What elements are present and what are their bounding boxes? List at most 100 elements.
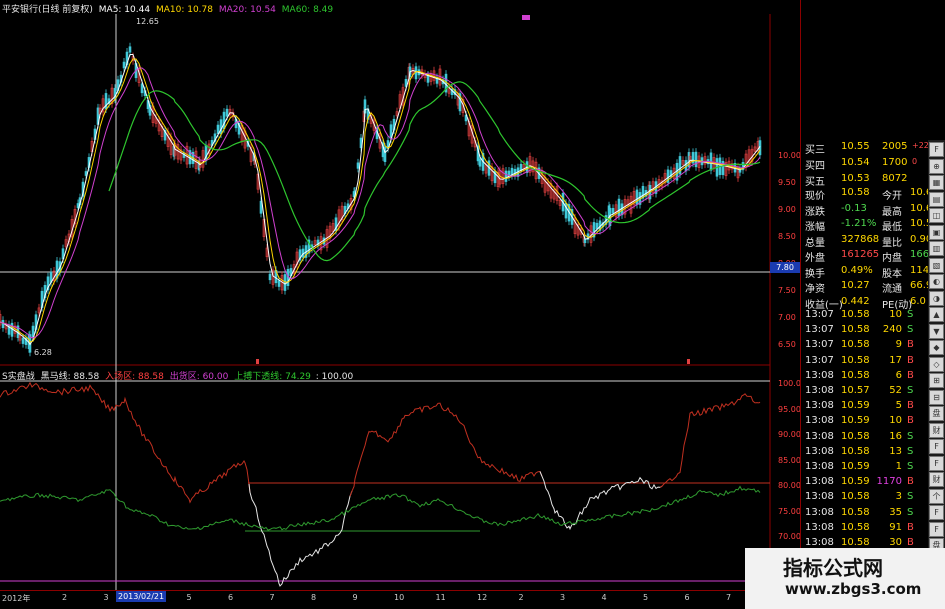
month-tick: 8 — [311, 593, 317, 602]
tick-volume: 30 — [889, 537, 902, 548]
tick-time: 13:07 — [805, 309, 834, 320]
order-book-row: 买四 10.54 1700 0 — [804, 157, 928, 172]
order-volume: 1700 — [882, 157, 908, 168]
candle-body — [356, 162, 360, 169]
current-price-marker: 7.80 — [770, 262, 800, 273]
stat-label: 内盘 — [882, 253, 902, 264]
toolbar-button[interactable]: ▧ — [929, 257, 944, 273]
toolbar-button[interactable]: ⊕ — [929, 158, 944, 174]
tick-row[interactable]: 13:08 10.59 1 S — [804, 461, 928, 475]
tick-price: 10.58 — [841, 537, 870, 548]
tick-volume: 52 — [889, 385, 902, 396]
price-axis-tick: 7.50 — [778, 286, 796, 295]
price-axis-tick: 6.50 — [778, 340, 796, 349]
tick-time: 13:08 — [805, 506, 834, 518]
indicator-exit: 出货区: 60.00 — [169, 372, 229, 382]
toolbar-button[interactable]: F — [929, 505, 944, 520]
kline-chart[interactable] — [0, 0, 800, 609]
stock-title: 平安银行(日线 前复权) — [2, 5, 93, 15]
tick-row[interactable]: 13:07 10.58 10 S — [804, 309, 928, 323]
tick-time: 13:08 — [805, 521, 834, 533]
stat-value: -0.13 — [841, 202, 867, 214]
stat-value: 10.27 — [841, 280, 870, 291]
stats-row: 总量 327868 量比 0.90 — [804, 233, 932, 249]
tick-row[interactable]: 13:08 10.58 13 S — [804, 446, 928, 460]
watermark-url: www.zbgs3.com — [785, 580, 922, 598]
tick-price: 10.59 — [841, 461, 870, 472]
order-book-row: 买三 10.55 2005 +220 — [804, 141, 934, 156]
ma60-line — [108, 81, 761, 262]
toolbar-button[interactable]: ◫ — [929, 208, 944, 223]
tick-row[interactable]: 13:08 10.58 3 S — [804, 491, 928, 505]
toolbar-button[interactable]: ⊟ — [929, 389, 944, 405]
toolbar-button[interactable]: ◆ — [929, 340, 944, 355]
toolbar-button[interactable]: ▥ — [929, 241, 944, 256]
toolbar-button[interactable]: ◐ — [929, 274, 944, 289]
tick-time: 13:08 — [805, 445, 834, 457]
toolbar-button[interactable]: F — [929, 439, 944, 454]
candle-body — [128, 46, 132, 53]
tick-row[interactable]: 13:07 10.58 17 B — [804, 355, 928, 369]
toolbar-button[interactable]: F — [929, 142, 944, 157]
tick-row[interactable]: 13:08 10.58 91 B — [804, 522, 928, 536]
tick-row[interactable]: 13:08 10.59 1170 B — [804, 476, 928, 490]
tick-row[interactable]: 13:08 10.58 16 S — [804, 431, 928, 445]
tick-side: B — [907, 354, 914, 366]
stats-row: 换手 0.49% 股本 114 — [804, 265, 929, 280]
tick-volume: 1 — [895, 461, 902, 472]
order-volume: 2005 — [882, 141, 908, 152]
order-level-label: 买五 — [805, 177, 825, 188]
toolbar-button[interactable]: ▦ — [929, 175, 944, 190]
kline-chart-area[interactable]: 平安银行(日线 前复权) MA5: 10.44 MA10: 10.78 MA20… — [0, 0, 806, 609]
indicator-header: S实盘战 黑马线: 88.58 入场区: 88.58 出货区: 60.00 上搏… — [2, 369, 353, 382]
toolbar-button[interactable]: ⊞ — [929, 373, 944, 388]
stats-row: 涨跌 -0.13 最高 10.68 — [804, 202, 939, 218]
candle-body — [268, 273, 272, 281]
indicator-axis-tick: 70.00 — [778, 532, 801, 541]
toolbar-button[interactable]: ▤ — [929, 191, 944, 207]
tick-time: 13:08 — [805, 491, 834, 503]
toolbar-button[interactable]: 个 — [929, 488, 944, 504]
tick-price: 10.58 — [841, 369, 870, 381]
stat-label: 净资 — [805, 284, 825, 295]
tick-volume: 10 — [889, 415, 902, 427]
year-label: 2012年 — [2, 594, 31, 603]
toolbar-button[interactable]: 盘 — [929, 406, 944, 421]
stat-value: 327868 — [841, 233, 880, 245]
signal-marker — [687, 359, 690, 364]
tick-row[interactable]: 13:08 10.58 6 B — [804, 370, 928, 384]
toolbar-button[interactable]: F — [929, 455, 944, 471]
candle-body — [219, 119, 223, 135]
tick-volume: 13 — [889, 445, 902, 457]
tick-row[interactable]: 13:08 10.58 35 S — [804, 507, 928, 521]
month-tick: 6 — [228, 593, 234, 602]
toolbar-button[interactable]: ▼ — [929, 323, 944, 339]
toolbar-button[interactable]: F — [929, 521, 944, 537]
tick-side: S — [907, 385, 914, 396]
tick-row[interactable]: 13:08 10.59 5 B — [804, 400, 928, 414]
tick-row[interactable]: 13:08 10.57 52 S — [804, 385, 928, 399]
indicator-title: S实盘战 — [2, 372, 35, 382]
tick-time: 13:07 — [805, 324, 834, 336]
stat-label: 最高 — [882, 206, 902, 218]
month-tick: 6 — [684, 593, 690, 602]
toolbar-button[interactable]: 财 — [929, 472, 944, 487]
tick-volume: 9 — [895, 339, 902, 351]
month-tick: 7 — [269, 593, 275, 602]
toolbar-button[interactable]: 财 — [929, 422, 944, 438]
tick-time: 13:07 — [805, 354, 834, 366]
toolbar-button[interactable]: ▣ — [929, 224, 944, 240]
tick-row[interactable]: 13:07 10.58 9 B — [804, 339, 928, 353]
price-axis-tick: 10.00 — [778, 151, 801, 160]
tick-side: S — [907, 506, 914, 518]
tick-side: B — [907, 537, 914, 548]
stat-label: 最低 — [882, 222, 902, 233]
crosshair-date: 2013/02/21 — [116, 591, 167, 602]
ma10-value: MA10: 10.78 — [155, 5, 213, 15]
toolbar-button[interactable]: ◇ — [929, 356, 944, 372]
tick-row[interactable]: 13:08 10.59 10 B — [804, 415, 928, 429]
tick-row[interactable]: 13:07 10.58 240 S — [804, 324, 928, 338]
toolbar-button[interactable]: ◑ — [929, 290, 944, 306]
heima-line-white — [539, 471, 663, 531]
toolbar-button[interactable]: ▲ — [929, 307, 944, 322]
